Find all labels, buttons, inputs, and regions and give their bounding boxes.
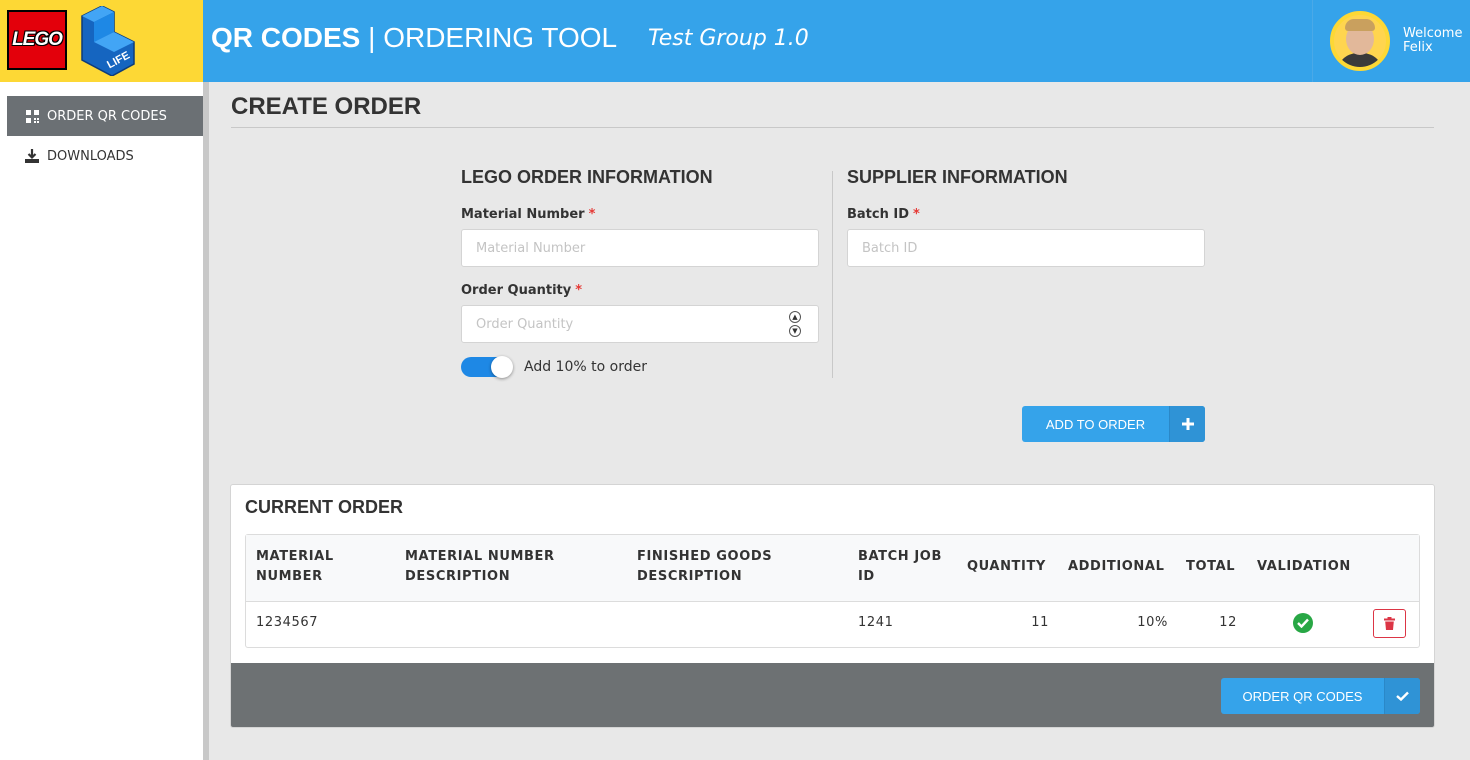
sidebar (0, 82, 203, 760)
batch-id-label: Batch ID * (847, 207, 920, 222)
avatar-hair (1345, 19, 1375, 31)
required-marker: * (913, 207, 920, 222)
material-number-label: Material Number * (461, 207, 595, 222)
lego-logo-text: LEGO (12, 29, 63, 50)
batch-id-label-text: Batch ID (847, 207, 910, 222)
order-table: MATERIAL NUMBER MATERIAL NUMBER DESCRIPT… (245, 534, 1420, 648)
batch-id-input[interactable] (847, 229, 1205, 267)
app-subtitle: Test Group 1.0 (648, 26, 809, 51)
column-divider (832, 171, 833, 378)
title-divider (231, 127, 1434, 128)
col-validation: VALIDATION (1257, 559, 1351, 574)
col-quantity: QUANTITY (967, 559, 1046, 574)
toggle-knob (491, 356, 513, 378)
supplier-info-heading: SUPPLIER INFORMATION (847, 167, 1068, 187)
add-to-order-button[interactable]: ADD TO ORDER (1022, 406, 1205, 442)
material-number-input[interactable] (461, 229, 819, 267)
app-title-rest: | ORDERING TOOL (360, 22, 618, 53)
sidebar-item-downloads[interactable]: DOWNLOADS (7, 136, 203, 176)
cell-material-number: 1234567 (256, 615, 319, 630)
stepper-up-icon[interactable]: ▲ (789, 311, 801, 323)
col-finished-goods-description: FINISHED GOODS DESCRIPTION (637, 549, 773, 584)
validation-check-icon (1293, 613, 1313, 633)
col-batch-job-id: BATCH JOB ID (858, 549, 942, 584)
cell-batch-job-id: 1241 (858, 615, 894, 630)
sidebar-item-label: DOWNLOADS (47, 148, 134, 164)
col-total: TOTAL (1186, 559, 1236, 574)
logo-area: LEGO LIFE (0, 0, 203, 82)
col-additional: ADDITIONAL (1068, 559, 1165, 574)
user-menu[interactable]: Welcome Felix (1312, 0, 1470, 82)
col-material-number: MATERIAL NUMBER (256, 549, 334, 584)
order-qr-codes-button[interactable]: ORDER QR CODES (1221, 678, 1420, 714)
cell-total: 12 (1219, 615, 1237, 630)
material-number-label-text: Material Number (461, 207, 585, 222)
add-to-order-label: ADD TO ORDER (1045, 416, 1146, 432)
required-marker: * (575, 283, 583, 298)
sidebar-scrollbar[interactable] (203, 82, 209, 760)
cell-additional: 10% (1137, 615, 1168, 630)
add-ten-percent-label: Add 10% to order (524, 359, 647, 375)
app-title-bold: QR CODES (211, 22, 361, 53)
download-icon (24, 148, 40, 164)
quantity-stepper[interactable]: ▲ ▼ (789, 311, 803, 337)
cell-quantity: 11 (1031, 615, 1049, 630)
current-order-card: CURRENT ORDER MATERIAL NUMBER MATERIAL N… (230, 484, 1435, 728)
qr-grid-icon (24, 108, 40, 124)
col-material-description: MATERIAL NUMBER DESCRIPTION (405, 549, 555, 584)
plus-icon (1169, 406, 1205, 442)
delete-row-button[interactable] (1373, 609, 1406, 638)
trash-icon (1384, 617, 1395, 630)
welcome-text: Welcome Felix (1403, 27, 1462, 55)
user-name: Felix (1403, 40, 1433, 55)
avatar[interactable] (1330, 11, 1390, 71)
stepper-down-icon[interactable]: ▼ (789, 325, 801, 337)
sidebar-item-order-qr-codes[interactable]: ORDER QR CODES (7, 96, 203, 136)
avatar-body (1336, 53, 1384, 67)
lego-logo[interactable]: LEGO (7, 10, 67, 70)
add-ten-percent-toggle[interactable] (461, 356, 513, 378)
table-header: MATERIAL NUMBER MATERIAL NUMBER DESCRIPT… (246, 535, 1419, 602)
check-icon (1384, 678, 1420, 714)
order-quantity-label-text: Order Quantity (461, 283, 572, 298)
current-order-title: CURRENT ORDER (245, 497, 404, 517)
lego-info-heading: LEGO ORDER INFORMATION (461, 167, 713, 187)
order-qr-codes-label: ORDER QR CODES (1242, 688, 1363, 704)
order-footer: ORDER QR CODES (231, 663, 1434, 727)
order-quantity-input[interactable] (461, 305, 819, 343)
order-quantity-label: Order Quantity * (461, 283, 582, 298)
required-marker: * (588, 207, 596, 222)
lego-life-logo: LIFE (81, 6, 135, 76)
app-header: LEGO LIFE QR CODES | ORDERING TOOL Test … (0, 0, 1470, 82)
app-title: QR CODES | ORDERING TOOL (211, 22, 617, 54)
page-title: CREATE ORDER (231, 93, 422, 120)
sidebar-item-label: ORDER QR CODES (47, 108, 167, 124)
welcome-label: Welcome (1403, 26, 1463, 41)
